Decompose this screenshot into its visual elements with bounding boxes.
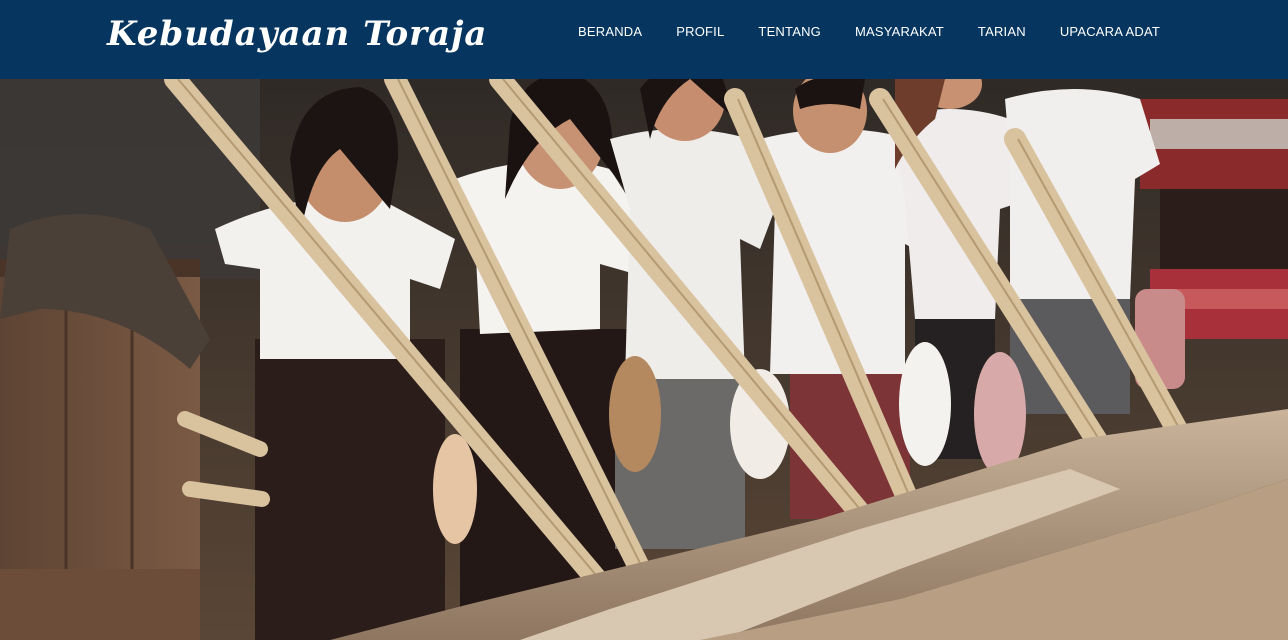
nav-link-beranda[interactable]: BERANDA: [578, 24, 642, 39]
nav-link-tentang[interactable]: TENTANG: [758, 24, 821, 39]
main-nav: BERANDA PROFIL TENTANG MASYARAKAT TARIAN…: [578, 0, 1160, 63]
site-logo-title[interactable]: Kebudayaan Toraja: [107, 14, 487, 54]
hero-section: [0, 79, 1288, 640]
top-navbar: Kebudayaan Toraja BERANDA PROFIL TENTANG…: [0, 0, 1288, 79]
hero-photo: [0, 79, 1288, 640]
nav-link-tarian[interactable]: TARIAN: [978, 24, 1026, 39]
nav-link-profil[interactable]: PROFIL: [676, 24, 724, 39]
nav-link-masyarakat[interactable]: MASYARAKAT: [855, 24, 944, 39]
nav-link-upacara-adat[interactable]: UPACARA ADAT: [1060, 24, 1160, 39]
